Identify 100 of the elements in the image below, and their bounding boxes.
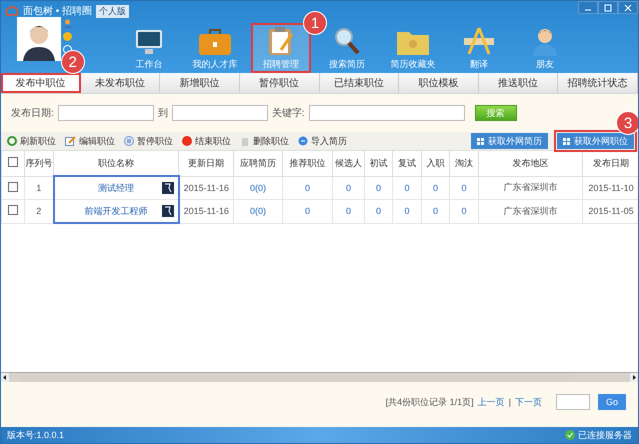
table-cell: 0 (304, 206, 310, 216)
column-header: 入职 (426, 158, 444, 168)
search-icon (333, 26, 361, 56)
table-cell: 2 (36, 206, 42, 216)
table-cell: 0 (432, 182, 438, 193)
fetch-button[interactable]: 获取外网职位 (557, 133, 634, 149)
ruler-pencil-icon (463, 26, 495, 56)
tab[interactable]: 新增职位 (160, 73, 240, 93)
tab[interactable]: 发布中职位 (1, 73, 81, 93)
column-header: 复试 (398, 158, 416, 168)
column-header: 发布地区 (512, 158, 548, 168)
pause-icon (124, 136, 134, 146)
toolbar-button[interactable]: 暂停职位 (124, 134, 173, 148)
table-cell: 2015-11-10 (588, 182, 634, 193)
tab[interactable]: 职位模板 (399, 73, 479, 93)
app-name: 面包树 • 招聘圈 (23, 4, 92, 18)
table-cell: 0(0) (250, 206, 266, 216)
record-summary: [共4份职位记录 1/1页] (386, 396, 474, 408)
row-checkbox[interactable] (8, 182, 18, 192)
toolbar-button[interactable]: 导入简历 (298, 134, 347, 148)
column-header: 应聘简历 (240, 158, 276, 168)
person-icon (531, 26, 559, 56)
avatar (17, 17, 61, 61)
scroll-right-icon (630, 373, 638, 382)
coin-icon (63, 32, 72, 41)
horizontal-scrollbar[interactable] (1, 372, 638, 382)
toolbar-button[interactable]: 删除职位 (240, 134, 289, 148)
to-label: 到 (158, 107, 168, 120)
callout-badge: 1 (303, 11, 327, 35)
maximize-icon (604, 4, 612, 12)
monitor-icon (134, 28, 164, 56)
toolbar-button[interactable]: 编辑职位 (65, 134, 115, 148)
clipboard-icon (267, 26, 295, 56)
document-icon (162, 182, 174, 194)
version-text: 版本号:1.0.0.1 (7, 428, 64, 442)
briefcase-icon (198, 28, 232, 56)
edition-badge: 个人版 (96, 4, 130, 18)
stop-icon (182, 136, 192, 146)
column-header: 淘汰 (455, 158, 473, 168)
table-cell: 0 (376, 182, 381, 193)
column-header: 候选人 (335, 158, 362, 168)
column-header: 推荐职位 (290, 158, 326, 168)
grid-icon (563, 138, 570, 144)
fetch-button[interactable]: 获取外网简历 (471, 133, 548, 149)
table-cell: 2015-11-16 (184, 206, 229, 216)
tab[interactable]: 推送职位 (478, 73, 558, 93)
import-icon (298, 136, 308, 146)
toolbar-button[interactable]: 刷新职位 (7, 134, 56, 148)
column-header: 职位名称 (98, 158, 134, 168)
keyword-label: 关键字: (272, 106, 305, 120)
edit-icon (65, 136, 76, 146)
separator: | (508, 397, 511, 407)
table-cell: 0 (304, 182, 310, 193)
close-icon (624, 4, 632, 12)
table-cell: 0 (461, 182, 466, 193)
table-cell: 0 (432, 206, 438, 216)
table-cell: 0 (376, 206, 381, 216)
job-title-link[interactable]: 测试经理 (98, 182, 134, 192)
tab[interactable]: 暂停职位 (240, 73, 320, 93)
logo-icon (5, 5, 19, 17)
tab[interactable]: 已结束职位 (320, 73, 400, 93)
table-cell: 0 (461, 206, 466, 216)
page-number-field[interactable] (556, 394, 590, 410)
keyword-field[interactable] (308, 105, 465, 121)
close-button[interactable] (618, 1, 638, 14)
column-header: 更新日期 (188, 158, 224, 168)
table-cell: 1 (36, 182, 42, 193)
table-cell: 0 (404, 206, 410, 216)
grid-icon (477, 138, 484, 144)
table-cell: 广东省深圳市 (504, 182, 558, 192)
maximize-button[interactable] (598, 1, 618, 14)
table-cell: 0 (404, 182, 410, 193)
minimize-button[interactable] (578, 1, 598, 14)
table-cell: 2015-11-16 (184, 182, 229, 193)
select-all-checkbox[interactable] (8, 157, 18, 168)
go-button[interactable]: Go (598, 394, 626, 410)
end-date-field[interactable] (172, 105, 268, 121)
table-cell: 广东省深圳市 (504, 206, 558, 216)
user-icon (63, 19, 72, 28)
toolbar-button[interactable]: 结束职位 (182, 134, 231, 148)
next-page-link[interactable]: 下一页 (515, 396, 542, 408)
previous-page-link[interactable]: 上一页 (478, 396, 505, 408)
table-cell: 0(0) (250, 182, 266, 193)
connection-status: 已连接服务器 (578, 428, 632, 442)
document-icon (162, 205, 174, 217)
date-label: 发布日期: (11, 106, 54, 120)
table-cell: 2015-11-05 (588, 206, 634, 216)
tab[interactable]: 未发布职位 (80, 73, 160, 93)
table-cell: 0 (346, 182, 351, 193)
refresh-icon (7, 136, 17, 146)
check-icon (565, 430, 575, 440)
table-cell: 0 (346, 206, 351, 216)
scroll-left-icon (1, 373, 9, 382)
tab[interactable]: 招聘统计状态 (558, 73, 638, 93)
column-header: 初试 (370, 158, 388, 168)
callout-badge: 3 (616, 111, 638, 135)
column-header: 发布日期 (593, 158, 629, 168)
column-header: 序列号 (26, 158, 52, 168)
start-date-field[interactable] (58, 105, 154, 121)
row-checkbox[interactable] (8, 205, 18, 216)
